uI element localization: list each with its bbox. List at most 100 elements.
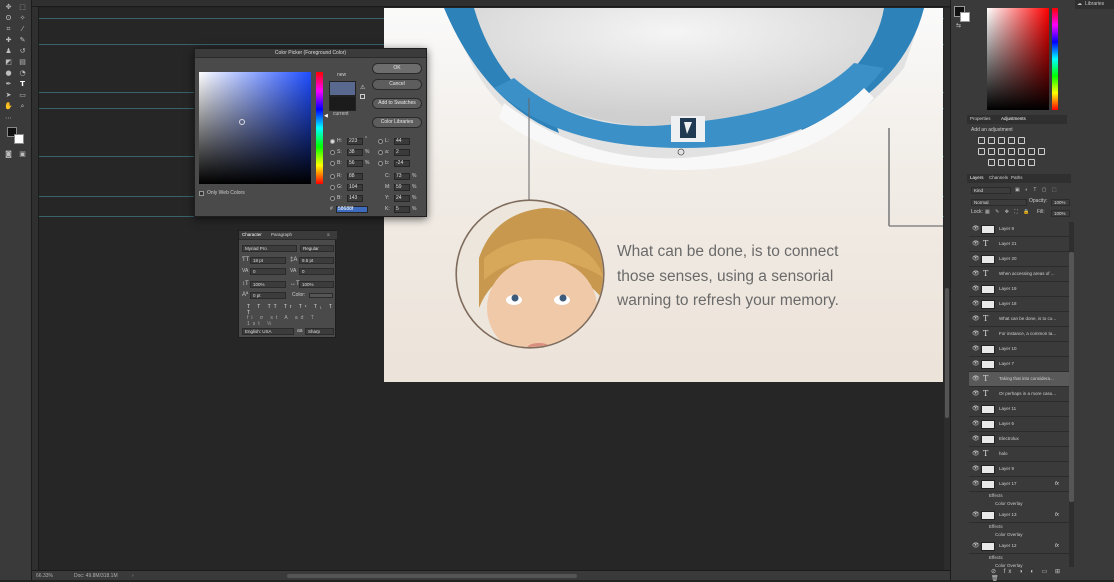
visibility-eye-icon[interactable]: 👁	[972, 282, 980, 296]
ok-button[interactable]: OK	[372, 63, 422, 74]
visibility-eye-icon[interactable]: 👁	[972, 312, 980, 326]
all-caps-button[interactable]: TT	[268, 304, 280, 310]
layers-scrollbar[interactable]	[1069, 222, 1074, 567]
tab-channels[interactable]: Channels	[989, 174, 1008, 182]
color-field-cursor[interactable]	[239, 119, 245, 125]
posterize-icon[interactable]	[998, 159, 1005, 166]
baseline-shift-field[interactable]: 0 pt	[250, 292, 286, 299]
layer-row[interactable]: 👁 T What can be done, is to co...	[969, 312, 1069, 327]
layer-row[interactable]: 👁 T Or perhaps in a more casu...	[969, 387, 1069, 402]
layer-row[interactable]: 👁 Layer 17 fx	[969, 477, 1069, 492]
layer-name[interactable]: Layer 17	[999, 477, 1017, 491]
ordinals-button[interactable]: 1st	[247, 321, 263, 327]
gradient-map-2-icon[interactable]	[1028, 159, 1035, 166]
more-tools-icon[interactable]: ⋯	[4, 114, 13, 122]
visibility-eye-icon[interactable]: 👁	[972, 252, 980, 266]
eraser-tool-icon[interactable]: ◩	[4, 58, 13, 66]
tab-paragraph[interactable]: Paragraph	[271, 231, 292, 239]
layer-row[interactable]: 👁 Layer 6	[969, 417, 1069, 432]
vertical-scale-field[interactable]: 100%	[250, 281, 286, 288]
horizontal-scroll-thumb[interactable]	[287, 574, 577, 578]
visibility-eye-icon[interactable]: 👁	[972, 477, 980, 491]
new-color-swatch[interactable]	[329, 81, 356, 96]
layer-kind-filter[interactable]: Kind	[971, 187, 1011, 194]
effects-label[interactable]: Effects	[969, 492, 1069, 500]
anti-alias-select[interactable]: Sharp	[305, 328, 334, 335]
path-selection-icon[interactable]: ➤	[4, 91, 13, 99]
layer-row[interactable]: 👁 T For instance, a common ta...	[969, 327, 1069, 342]
language-select[interactable]: English: USA	[242, 328, 294, 335]
layer-row[interactable]: 👁 Layer 11	[969, 402, 1069, 417]
brightness-contrast-icon[interactable]	[978, 137, 985, 144]
opentype-buttons[interactable]: fi σ st A ad T 1st ½	[247, 315, 335, 327]
superscript-button[interactable]: T¹	[299, 304, 310, 310]
color-overlay-effect[interactable]: Color Overlay	[969, 531, 1069, 539]
visibility-eye-icon[interactable]: 👁	[972, 387, 980, 401]
layers-footer-icons[interactable]: ⊘ fx ◑ ◐ ▭ ⊞ 🗑	[991, 568, 1071, 582]
tracking-field[interactable]: 0	[299, 268, 334, 275]
screen-mode-icon[interactable]: ▣	[18, 150, 27, 158]
photo-filter-icon[interactable]	[1008, 148, 1015, 155]
hue-slider[interactable]	[316, 72, 323, 184]
layer-row[interactable]: 👁 Layer 10	[969, 342, 1069, 357]
hue-radio[interactable]	[330, 139, 335, 144]
layer-name[interactable]: Layer 19	[999, 282, 1017, 296]
green-field[interactable]: 104	[347, 184, 363, 191]
healing-brush-icon[interactable]: ✚	[4, 36, 13, 44]
visibility-eye-icon[interactable]: 👁	[972, 539, 980, 553]
color-balance-icon[interactable]	[988, 148, 995, 155]
underline-button[interactable]: T	[329, 304, 335, 310]
gradient-tool-icon[interactable]: ▤	[18, 58, 27, 66]
red-field[interactable]: 88	[347, 173, 363, 180]
layer-row[interactable]: 👁 Layer 12 fx	[969, 539, 1069, 554]
threshold-icon[interactable]	[1008, 159, 1015, 166]
layer-effects-icon[interactable]: fx	[1055, 508, 1059, 522]
color-panel-hue-slider[interactable]	[1052, 8, 1058, 110]
color-panel-field[interactable]	[987, 8, 1049, 110]
history-brush-icon[interactable]: ↺	[18, 47, 27, 55]
layer-name[interactable]: Layer 9	[999, 462, 1014, 476]
red-radio[interactable]	[330, 174, 335, 179]
brush-tool-icon[interactable]: ✎	[18, 36, 27, 44]
background-color-swatch[interactable]	[14, 134, 24, 144]
cyan-field[interactable]: 73	[394, 173, 410, 180]
visibility-eye-icon[interactable]: 👁	[972, 447, 980, 461]
visibility-eye-icon[interactable]: 👁	[972, 417, 980, 431]
web-safe-cube-icon[interactable]	[360, 94, 365, 99]
lab-a-radio[interactable]	[378, 150, 383, 155]
canvas-body-text[interactable]: What can be done, is to connect those se…	[617, 240, 877, 314]
add-to-swatches-button[interactable]: Add to Swatches	[372, 98, 422, 109]
blur-tool-icon[interactable]: ●	[4, 69, 13, 77]
visibility-eye-icon[interactable]: 👁	[972, 267, 980, 281]
horizontal-scale-field[interactable]: 100%	[299, 281, 334, 288]
exposure-icon[interactable]	[1008, 137, 1015, 144]
hue-slider-handle-icon[interactable]: ◀	[324, 113, 328, 119]
font-family-select[interactable]: Myriad Pro	[242, 245, 297, 252]
layer-name[interactable]: Or perhaps in a more casu...	[999, 387, 1056, 401]
blend-mode-select[interactable]: Normal	[971, 199, 1027, 206]
layer-name[interactable]: When accessing areas of ...	[999, 267, 1055, 281]
hand-tool-icon[interactable]: ✋	[4, 102, 13, 110]
opacity-field[interactable]: 100%	[1051, 199, 1070, 206]
tab-paths[interactable]: Paths	[1011, 174, 1023, 182]
effects-label[interactable]: Effects	[969, 523, 1069, 531]
layers-scroll-thumb[interactable]	[1069, 252, 1074, 502]
libraries-tab[interactable]: ☁ Libraries	[1075, 0, 1114, 9]
layer-name[interactable]: Layer 11	[999, 402, 1016, 416]
layer-name[interactable]: Layer 10	[999, 342, 1017, 356]
tab-properties[interactable]: Properties	[970, 115, 991, 123]
clone-stamp-icon[interactable]: ♟	[4, 47, 13, 55]
magenta-field[interactable]: 59	[394, 184, 410, 191]
brightness-field[interactable]: 56	[347, 160, 363, 167]
subscript-button[interactable]: T₁	[314, 304, 325, 310]
panel-menu-icon[interactable]: ≡	[327, 231, 330, 239]
brightness-radio[interactable]	[330, 161, 335, 166]
visibility-eye-icon[interactable]: 👁	[972, 372, 980, 386]
swap-colors-icon[interactable]: ⇆	[956, 22, 961, 29]
tab-character[interactable]: Character	[242, 231, 262, 239]
layer-name[interactable]: halo	[999, 447, 1008, 461]
saturation-radio[interactable]	[330, 150, 335, 155]
black-field[interactable]: 5	[394, 206, 410, 213]
layer-name[interactable]: Layer 12	[999, 539, 1017, 553]
layer-row[interactable]: 👁 Layer 7	[969, 357, 1069, 372]
